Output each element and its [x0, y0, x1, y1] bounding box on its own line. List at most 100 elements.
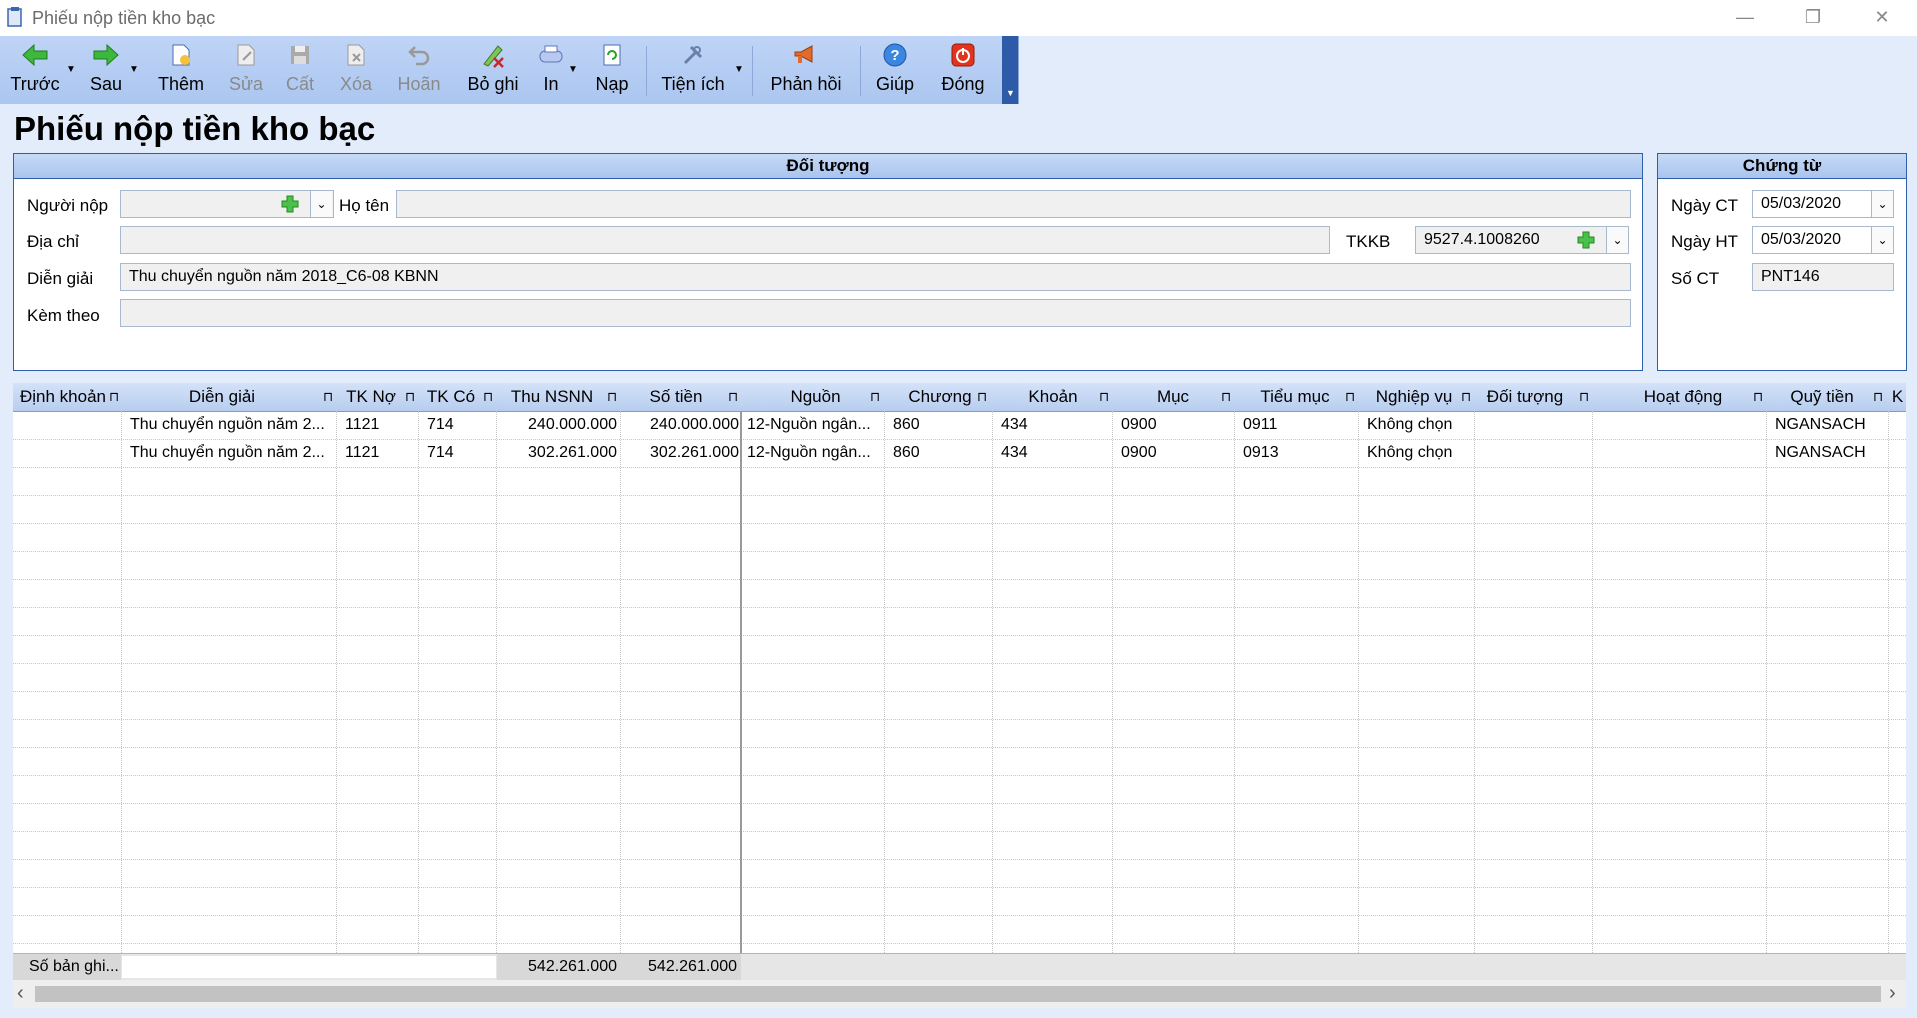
ngay-ht-dropdown-button[interactable]: ⌄ [1871, 227, 1893, 253]
pin-icon[interactable]: ⊓ [728, 389, 738, 405]
pin-icon[interactable]: ⊓ [483, 389, 493, 405]
col-tieu-muc[interactable]: Tiểu mục [1235, 383, 1355, 411]
pin-icon[interactable]: ⊓ [1221, 389, 1231, 405]
next-button[interactable]: Sau [84, 36, 128, 104]
unpost-button[interactable]: Bỏ ghi [465, 36, 521, 104]
cell-khoan[interactable]: 434 [993, 439, 1113, 467]
cell-quy-tien[interactable]: NGANSACH [1767, 411, 1889, 439]
utilities-button[interactable]: Tiện ích [656, 36, 730, 104]
cell-tieu-muc[interactable]: 0911 [1235, 411, 1359, 439]
delete-button[interactable]: Xóa [336, 36, 376, 104]
empty-table-row[interactable] [13, 579, 1906, 608]
cell-muc[interactable]: 0900 [1113, 411, 1235, 439]
prev-dropdown-icon[interactable]: ▼ [66, 64, 76, 75]
cell-tk-co[interactable]: 714 [419, 411, 497, 439]
empty-table-row[interactable] [13, 747, 1906, 776]
col-tk-co[interactable]: TK Có [419, 383, 483, 411]
pin-icon[interactable]: ⊓ [323, 389, 333, 405]
add-button[interactable]: Thêm [156, 36, 206, 104]
pin-icon[interactable]: ⊓ [109, 389, 119, 405]
cell-thu-nsnn[interactable]: 240.000.000 [497, 411, 621, 439]
cell-nghiep-vu[interactable]: Không chọn [1359, 411, 1475, 439]
empty-table-row[interactable] [13, 663, 1906, 692]
scroll-left-icon[interactable]: ‹ [17, 982, 24, 1005]
cell-nguon[interactable]: 12-Nguồn ngân... [743, 411, 885, 439]
empty-table-row[interactable] [13, 775, 1906, 804]
cell-nguon[interactable]: 12-Nguồn ngân... [743, 439, 885, 467]
nguoi-nop-dropdown-button[interactable]: ⌄ [310, 191, 332, 217]
empty-table-row[interactable] [13, 551, 1906, 580]
empty-table-row[interactable] [13, 915, 1906, 944]
col-dien-giai[interactable]: Diễn giải [122, 383, 322, 411]
ngay-ct-dropdown-button[interactable]: ⌄ [1871, 191, 1893, 217]
cell-chuong[interactable]: 860 [885, 439, 993, 467]
pin-icon[interactable]: ⊓ [1579, 389, 1589, 405]
pin-icon[interactable]: ⊓ [1345, 389, 1355, 405]
reload-button[interactable]: Nạp [592, 36, 632, 104]
cell-khoan[interactable]: 434 [993, 411, 1113, 439]
close-button[interactable]: ✕ [1852, 0, 1912, 34]
col-dinh-khoan[interactable]: Định khoản [13, 383, 113, 411]
empty-table-row[interactable] [13, 607, 1906, 636]
empty-table-row[interactable] [13, 523, 1906, 552]
ho-ten-input[interactable] [396, 190, 1631, 218]
pin-icon[interactable]: ⊓ [1753, 389, 1763, 405]
empty-table-row[interactable] [13, 859, 1906, 888]
empty-table-row[interactable] [13, 495, 1906, 524]
col-nghiep-vu[interactable]: Nghiệp vụ [1359, 383, 1469, 411]
col-nguon[interactable]: Nguồn [743, 383, 888, 411]
empty-table-row[interactable] [13, 831, 1906, 860]
pin-icon[interactable]: ⊓ [1873, 389, 1883, 405]
col-doi-tuong[interactable]: Đối tượng [1475, 383, 1575, 411]
kem-theo-input[interactable] [120, 299, 1631, 327]
empty-table-row[interactable] [13, 803, 1906, 832]
pin-icon[interactable]: ⊓ [870, 389, 880, 405]
cell-dien-giai[interactable]: Thu chuyển nguồn năm 2... [122, 439, 337, 467]
pin-icon[interactable]: ⊓ [977, 389, 987, 405]
pin-icon[interactable]: ⊓ [1099, 389, 1109, 405]
so-ct-input[interactable]: PNT146 [1752, 263, 1894, 291]
cell-chuong[interactable]: 860 [885, 411, 993, 439]
cell-tk-co[interactable]: 714 [419, 439, 497, 467]
empty-table-row[interactable] [13, 887, 1906, 916]
empty-table-row[interactable] [13, 719, 1906, 748]
cell-so-tien[interactable]: 302.261.000 [621, 439, 743, 467]
cell-tk-no[interactable]: 1121 [337, 439, 419, 467]
cell-tk-no[interactable]: 1121 [337, 411, 419, 439]
col-quy-tien[interactable]: Quỹ tiền [1767, 383, 1877, 411]
col-k[interactable]: K [1889, 383, 1906, 411]
add-tkkb-button[interactable] [1574, 227, 1598, 253]
cell-dien-giai[interactable]: Thu chuyển nguồn năm 2... [122, 411, 337, 439]
pin-icon[interactable]: ⊓ [607, 389, 617, 405]
cell-quy-tien[interactable]: NGANSACH [1767, 439, 1889, 467]
col-so-tien[interactable]: Số tiền [621, 383, 731, 411]
postpone-button[interactable]: Hoãn [394, 36, 444, 104]
scroll-right-icon[interactable]: › [1889, 982, 1896, 1005]
print-button[interactable]: In [533, 36, 569, 104]
table-row[interactable]: Thu chuyển nguồn năm 2... 1121 714 240.0… [13, 411, 1906, 440]
help-button[interactable]: ? Giúp [872, 36, 918, 104]
utilities-dropdown-icon[interactable]: ▼ [734, 64, 744, 75]
horizontal-scrollbar[interactable]: ‹ › [13, 980, 1906, 1008]
scroll-thumb[interactable] [35, 986, 1881, 1002]
cell-nghiep-vu[interactable]: Không chọn [1359, 439, 1475, 467]
next-dropdown-icon[interactable]: ▼ [129, 64, 139, 75]
minimize-button[interactable]: — [1715, 0, 1775, 34]
add-nguoi-nop-button[interactable] [278, 191, 302, 217]
close-form-button[interactable]: Đóng [938, 36, 988, 104]
edit-button[interactable]: Sửa [226, 36, 266, 104]
restore-button[interactable]: ❐ [1783, 0, 1843, 34]
print-dropdown-icon[interactable]: ▼ [568, 64, 578, 75]
cell-tieu-muc[interactable]: 0913 [1235, 439, 1359, 467]
col-thu-nsnn[interactable]: Thu NSNN [497, 383, 607, 411]
dia-chi-input[interactable] [120, 226, 1330, 254]
tkkb-dropdown-button[interactable]: ⌄ [1606, 227, 1628, 253]
feedback-button[interactable]: Phản hồi [766, 36, 846, 104]
toolbar-overflow-button[interactable]: ▼ [1002, 36, 1018, 104]
pin-icon[interactable]: ⊓ [405, 389, 415, 405]
empty-table-row[interactable] [13, 467, 1906, 496]
cell-muc[interactable]: 0900 [1113, 439, 1235, 467]
save-button[interactable]: Cất [282, 36, 318, 104]
empty-table-row[interactable] [13, 635, 1906, 664]
cell-so-tien[interactable]: 240.000.000 [621, 411, 743, 439]
